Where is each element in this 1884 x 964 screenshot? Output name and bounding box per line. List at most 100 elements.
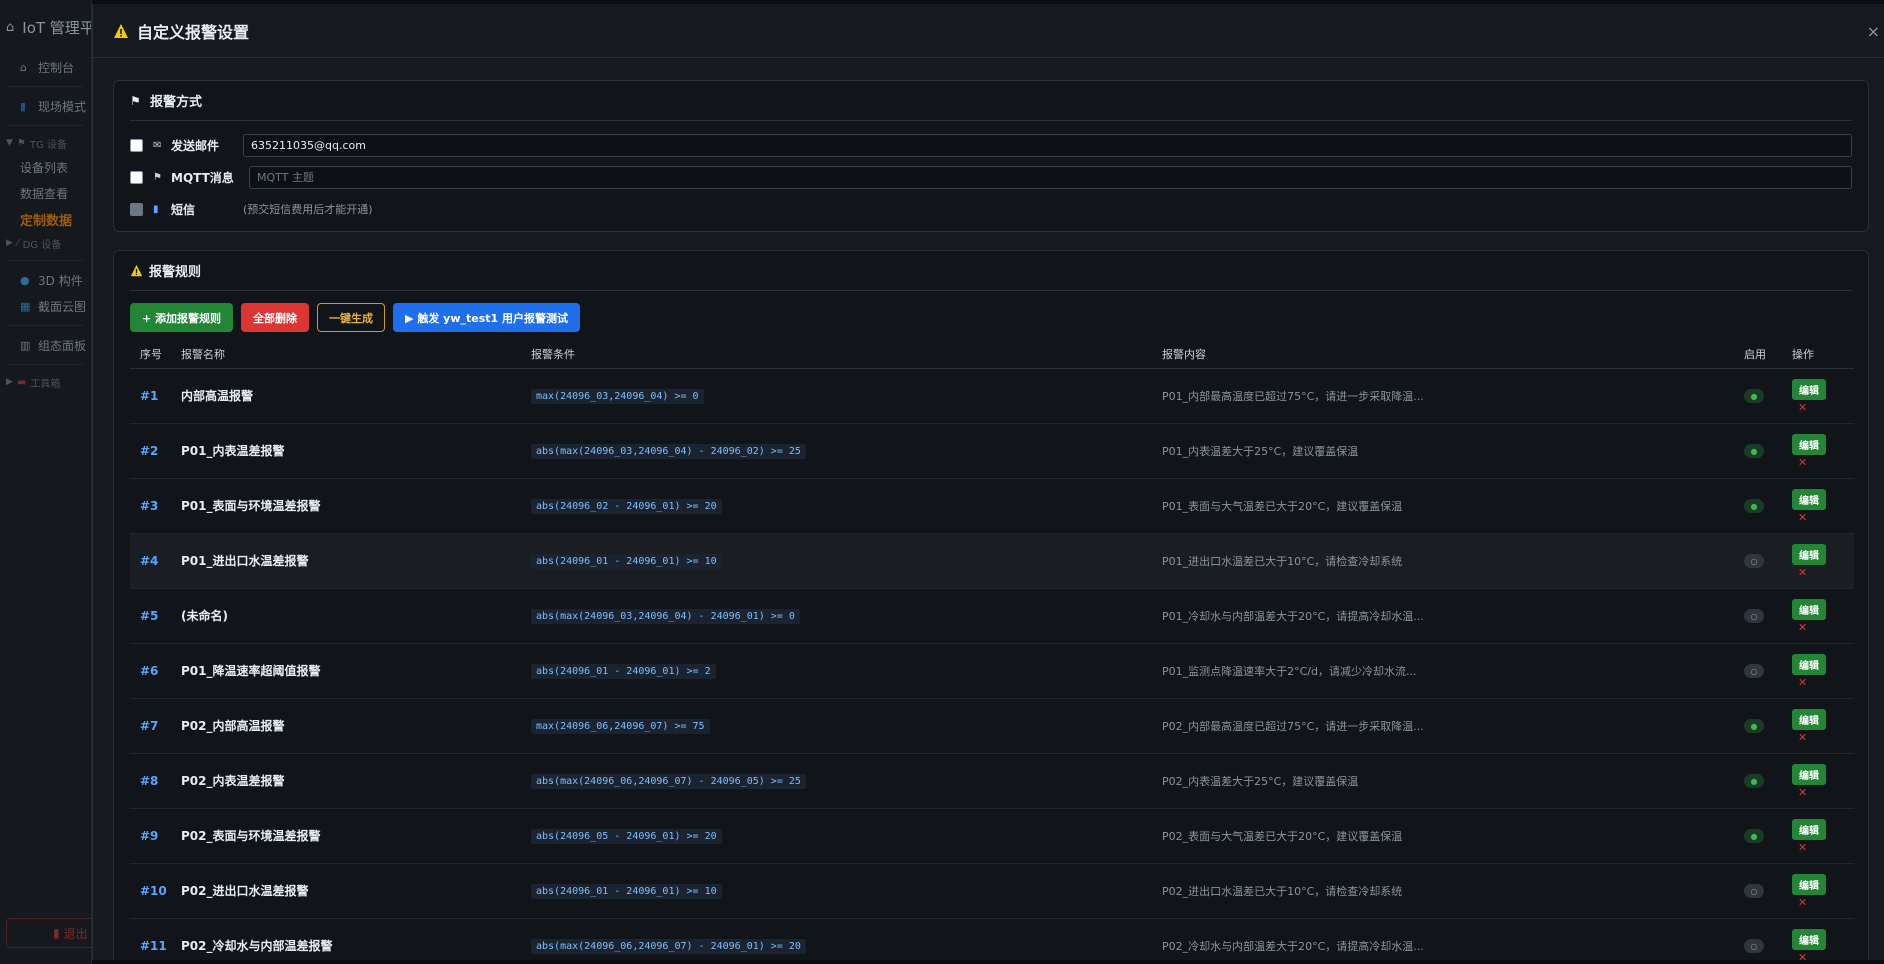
- enabled-toggle[interactable]: ●: [1744, 499, 1764, 514]
- rule-actions-cell: 编辑 ✕: [1782, 478, 1854, 534]
- enabled-toggle[interactable]: ●: [1744, 444, 1764, 459]
- rule-name: (未命名): [181, 609, 228, 623]
- sms-checkbox[interactable]: [130, 202, 143, 216]
- alarm-methods-card: ⚑ 报警方式 ✉ 发送邮件 ⚑ MQTT消息 ▮ 短信 (预交短信费用后才能开通…: [113, 80, 1869, 232]
- edit-button[interactable]: 编辑: [1792, 818, 1826, 840]
- enabled-toggle[interactable]: ●: [1744, 389, 1764, 404]
- email-input[interactable]: [243, 133, 1852, 157]
- rule-enabled-cell: ●: [1734, 368, 1782, 424]
- rule-name: P01_内表温差报警: [181, 444, 285, 458]
- rule-name: 内部高温报警: [181, 389, 254, 403]
- delete-icon[interactable]: ✕: [1792, 512, 1807, 523]
- sidebar-item-dashboard[interactable]: ⌂ 控制台: [0, 54, 91, 80]
- close-icon[interactable]: ×: [1867, 22, 1880, 41]
- delete-icon[interactable]: ✕: [1792, 897, 1807, 908]
- edit-button[interactable]: 编辑: [1792, 873, 1826, 895]
- mqtt-topic-input[interactable]: [249, 165, 1852, 189]
- rule-content-cell: P02_进出口水温差已大于10°C，请检查冷却系统: [1152, 863, 1734, 919]
- rule-index-cell: #4: [130, 533, 171, 589]
- edit-button[interactable]: 编辑: [1792, 708, 1826, 730]
- sidebar-group-dg[interactable]: ▶ ⁄ DG 设备: [0, 232, 91, 254]
- edit-button[interactable]: 编辑: [1792, 378, 1826, 400]
- delete-icon[interactable]: ✕: [1792, 842, 1807, 853]
- enabled-toggle[interactable]: ●: [1744, 774, 1764, 789]
- edit-button[interactable]: 编辑: [1792, 488, 1826, 510]
- sms-label: 短信: [171, 202, 196, 217]
- delete-icon[interactable]: ✕: [1792, 457, 1807, 468]
- enabled-toggle[interactable]: ○: [1744, 554, 1764, 569]
- logout-icon: ▮: [53, 926, 60, 940]
- rule-name: P02_内表温差报警: [181, 774, 285, 788]
- edit-button[interactable]: 编辑: [1792, 543, 1826, 565]
- delete-icon[interactable]: ✕: [1792, 732, 1807, 743]
- rule-index-cell: #6: [130, 643, 171, 699]
- trigger-test-button[interactable]: ▶ 触发 yw_test1 用户报警测试: [393, 303, 581, 332]
- delete-icon[interactable]: ✕: [1792, 622, 1807, 633]
- enabled-toggle[interactable]: ○: [1744, 939, 1764, 954]
- sidebar-item-panel[interactable]: ▥ 组态面板: [0, 332, 91, 358]
- sidebar-item-3d[interactable]: ● 3D 构件: [0, 267, 91, 293]
- row-actions: 编辑 ✕: [1792, 433, 1854, 468]
- rule-content-cell: P02_内表温差大于25°C，建议覆盖保温: [1152, 753, 1734, 809]
- enabled-toggle[interactable]: ○: [1744, 664, 1764, 679]
- add-rule-button[interactable]: + 添加报警规则: [130, 303, 234, 332]
- rule-name-cell: P02_内部高温报警: [171, 698, 521, 754]
- home-icon: ⌂: [6, 20, 15, 35]
- rule-index-cell: #11: [130, 918, 171, 960]
- rule-name-cell: P01_内表温差报警: [171, 423, 521, 479]
- edit-button[interactable]: 编辑: [1792, 928, 1826, 950]
- edit-button[interactable]: 编辑: [1792, 433, 1826, 455]
- delete-icon[interactable]: ✕: [1792, 402, 1807, 413]
- enabled-toggle[interactable]: ●: [1744, 829, 1764, 844]
- sidebar-item-section-cloud[interactable]: ▦ 截面云图: [0, 293, 91, 319]
- enabled-toggle[interactable]: ○: [1744, 884, 1764, 899]
- rule-content-cell: P01_内部最高温度已超过75°C，请进一步采取降温...: [1152, 368, 1734, 424]
- rule-index: #7: [140, 718, 159, 733]
- delete-icon[interactable]: ✕: [1792, 952, 1807, 961]
- sidebar: ⌂ IoT 管理平 ⌂ 控制台 ▮ 现场模式 ▼ ⚑ TG 设备 设备列表 数据…: [0, 0, 126, 964]
- auto-generate-button[interactable]: 一键生成: [317, 303, 386, 332]
- enabled-toggle[interactable]: ○: [1744, 609, 1764, 624]
- rule-actions-cell: 编辑 ✕: [1782, 588, 1854, 644]
- rule-content: P01_冷却水与内部温差大于20°C，请提高冷却水温...: [1162, 609, 1424, 623]
- sidebar-item-custom-data[interactable]: 定制数据: [0, 206, 91, 232]
- rule-index-cell: #5: [130, 588, 171, 644]
- rule-index-cell: #3: [130, 478, 171, 534]
- edit-button[interactable]: 编辑: [1792, 653, 1826, 675]
- rule-index: #2: [140, 443, 159, 458]
- chevron-right-icon: ▶: [6, 377, 13, 387]
- header-enabled: 启用: [1734, 340, 1782, 369]
- delete-icon[interactable]: ✕: [1792, 787, 1807, 798]
- edit-button[interactable]: 编辑: [1792, 598, 1826, 620]
- sidebar-item-device-list[interactable]: 设备列表: [0, 154, 91, 180]
- rule-index: #8: [140, 773, 159, 788]
- edit-button[interactable]: 编辑: [1792, 763, 1826, 785]
- delete-icon[interactable]: ✕: [1792, 567, 1807, 578]
- rule-index: #6: [140, 663, 159, 678]
- rule-content: P02_内部最高温度已超过75°C，请进一步采取降温...: [1162, 719, 1424, 733]
- home-icon: ⌂: [20, 60, 27, 74]
- rule-condition-cell: max(24096_06,24096_07) >= 75: [521, 698, 1152, 754]
- rule-name-cell: P01_进出口水温差报警: [171, 533, 521, 589]
- sidebar-group-tg[interactable]: ▼ ⚑ TG 设备: [0, 132, 91, 154]
- sms-note: (预交短信费用后才能开通): [243, 203, 373, 216]
- delete-all-button[interactable]: 全部删除: [241, 303, 310, 332]
- sidebar-item-data-view[interactable]: 数据查看: [0, 180, 91, 206]
- rule-actions-cell: 编辑 ✕: [1782, 698, 1854, 754]
- rule-name-cell: P02_内表温差报警: [171, 753, 521, 809]
- divider: [8, 86, 83, 87]
- email-checkbox[interactable]: [130, 138, 143, 152]
- rule-condition: abs(max(24096_06,24096_07) - 24096_05) >…: [531, 773, 806, 789]
- chevron-right-icon: ▶: [6, 238, 13, 248]
- rule-actions-cell: 编辑 ✕: [1782, 423, 1854, 479]
- rule-index-cell: #1: [130, 368, 171, 424]
- sidebar-item-field-mode[interactable]: ▮ 现场模式: [0, 93, 91, 119]
- rule-content: P01_表面与大气温差已大于20°C，建议覆盖保温: [1162, 499, 1403, 513]
- rule-condition: abs(max(24096_06,24096_07) - 24096_01) >…: [531, 938, 806, 954]
- enabled-toggle[interactable]: ●: [1744, 719, 1764, 734]
- mqtt-checkbox[interactable]: [130, 170, 143, 184]
- sidebar-group-tools[interactable]: ▶ ▬ 工具箱: [0, 371, 91, 393]
- delete-icon[interactable]: ✕: [1792, 677, 1807, 688]
- rule-enabled-cell: ●: [1734, 423, 1782, 479]
- rule-enabled-cell: ○: [1734, 863, 1782, 919]
